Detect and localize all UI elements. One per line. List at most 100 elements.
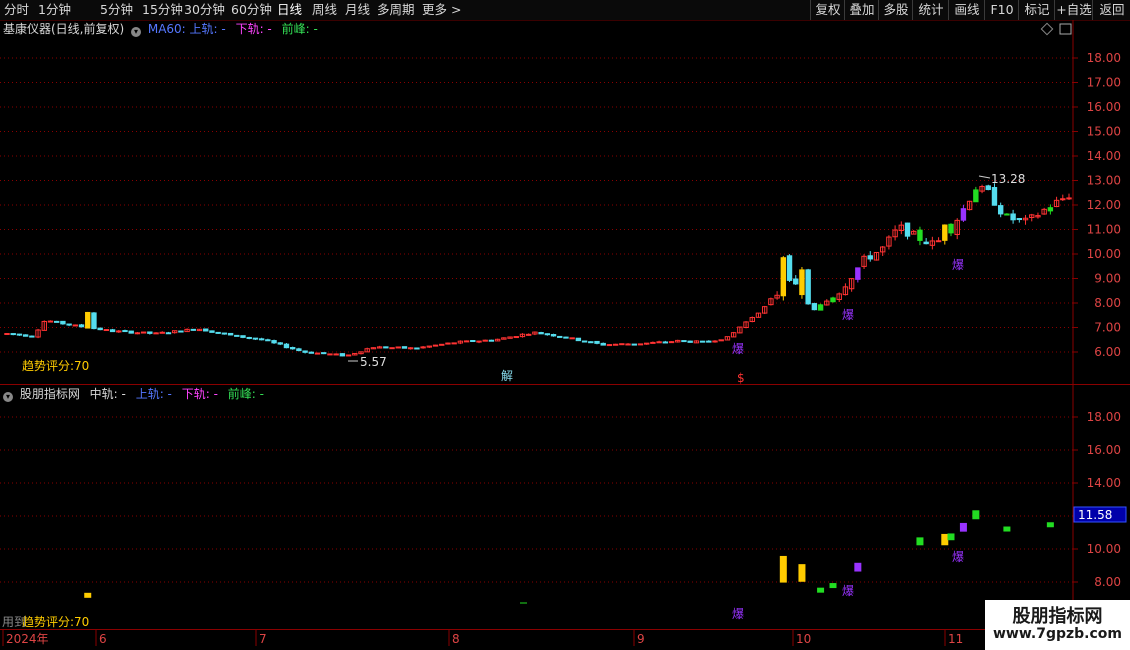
candle-body — [401, 346, 408, 349]
candle-body — [165, 332, 172, 335]
main-ytick-label: 11.00 — [1087, 223, 1121, 237]
candle-body — [221, 332, 228, 335]
x-axis-label: 7 — [259, 632, 267, 646]
candle-body — [16, 333, 23, 336]
candlestick-chart[interactable]: 18.00 17.00 16.00 15.00 14.00 13.00 12.00 11.00… — [0, 0, 1130, 650]
candle-body — [786, 255, 793, 281]
candle-body — [252, 337, 259, 340]
candle-body — [10, 333, 16, 336]
x-axis-label: 9 — [637, 632, 645, 646]
candle-body — [923, 241, 929, 245]
candle-body — [538, 332, 544, 335]
sub-bar — [854, 562, 862, 572]
sub-bar — [941, 533, 949, 546]
main-ytick-label: 9.00 — [1094, 272, 1121, 286]
candle-body — [991, 187, 998, 206]
candle-body — [432, 344, 439, 347]
burst-marker: 爆 — [842, 308, 854, 322]
candle-body — [159, 331, 165, 334]
candle-body — [973, 189, 979, 203]
sub-bar — [947, 533, 955, 541]
diamond-icon — [1040, 22, 1054, 36]
candle-body — [308, 351, 315, 354]
candle-body — [1010, 213, 1016, 221]
candle-body — [153, 332, 159, 335]
candle-body — [780, 257, 787, 297]
candle-body — [451, 342, 457, 345]
pane-toggle-icon — [1059, 23, 1072, 35]
high-pointer — [978, 175, 991, 179]
sub-burst-marker: 爆 — [732, 607, 744, 621]
candle-body — [600, 342, 606, 346]
candle-body — [935, 240, 942, 243]
candle-body — [383, 346, 389, 349]
candle-body — [681, 340, 687, 343]
x-axis-label: 2024年 — [6, 632, 49, 646]
candle-body — [271, 340, 277, 344]
candle-body — [333, 353, 339, 356]
candle-body — [606, 344, 613, 347]
candle-body — [395, 346, 401, 349]
candle-body — [140, 331, 147, 334]
candle-body — [91, 312, 97, 330]
main-ytick-label: 15.00 — [1087, 125, 1121, 139]
candle-body — [917, 229, 923, 241]
candle-body — [637, 343, 644, 346]
candle-body — [128, 330, 134, 334]
logo-url: www.7gpzb.com — [992, 626, 1122, 642]
candle-body — [997, 205, 1004, 215]
candle-body — [712, 340, 718, 343]
candle-body — [53, 320, 60, 323]
candle-body — [66, 323, 72, 326]
candle-body — [116, 330, 122, 333]
sub-burst-marker: 爆 — [842, 584, 854, 598]
low-price-label: 5.57 — [360, 355, 387, 369]
candle-body — [203, 328, 209, 332]
candle-body — [345, 354, 352, 357]
candle-body — [283, 343, 290, 349]
trend-score-label: 趋势评分:70 — [22, 359, 89, 373]
candle-body — [619, 343, 625, 346]
candle-body — [594, 340, 600, 344]
sub-trend-score-label: 趋势评分:70 — [22, 615, 89, 629]
candle-body — [575, 337, 582, 342]
candle-body — [60, 320, 66, 325]
sub-ytick-label: 14.00 — [1087, 476, 1121, 490]
sub-footer-text: 用到 — [2, 615, 26, 629]
candle-body — [109, 329, 116, 333]
candle-body — [855, 267, 861, 280]
candle-body — [799, 269, 805, 296]
candle-body — [631, 343, 637, 346]
chart-labels: 18.00 17.00 16.00 15.00 14.00 13.00 12.00 11.00… — [2, 22, 1127, 646]
x-axis-label: 8 — [452, 632, 460, 646]
candle-body — [4, 333, 10, 336]
candle-body — [867, 255, 873, 260]
candle-body — [985, 185, 991, 191]
candle-body — [209, 330, 215, 333]
sub-ytick-label: 18.00 — [1087, 410, 1121, 424]
candle-body — [662, 341, 669, 344]
candle-body — [134, 332, 141, 335]
candle-body — [463, 340, 470, 343]
candle-body — [321, 352, 327, 355]
main-ytick-label: 17.00 — [1087, 76, 1121, 90]
sub-bar — [829, 583, 837, 589]
high-price-label: 13.28 — [991, 172, 1025, 186]
sub-burst-marker: 爆 — [952, 550, 964, 564]
candle-body — [215, 331, 221, 334]
candle-body — [72, 324, 79, 327]
unlock-marker: 解 — [501, 369, 513, 383]
x-axis-label: 6 — [99, 632, 107, 646]
candle-body — [240, 335, 246, 338]
candle-body — [246, 336, 252, 339]
candle-body — [97, 327, 103, 331]
candle-body — [296, 348, 302, 352]
candle-body — [557, 335, 563, 338]
candle-body — [625, 343, 631, 346]
dollar-marker: $ — [737, 371, 745, 385]
burst-marker: 爆 — [952, 258, 964, 272]
main-ytick-label: 13.00 — [1087, 174, 1121, 188]
candle-body — [407, 347, 414, 350]
candle-body — [47, 320, 54, 323]
main-ytick-label: 8.00 — [1094, 296, 1121, 310]
